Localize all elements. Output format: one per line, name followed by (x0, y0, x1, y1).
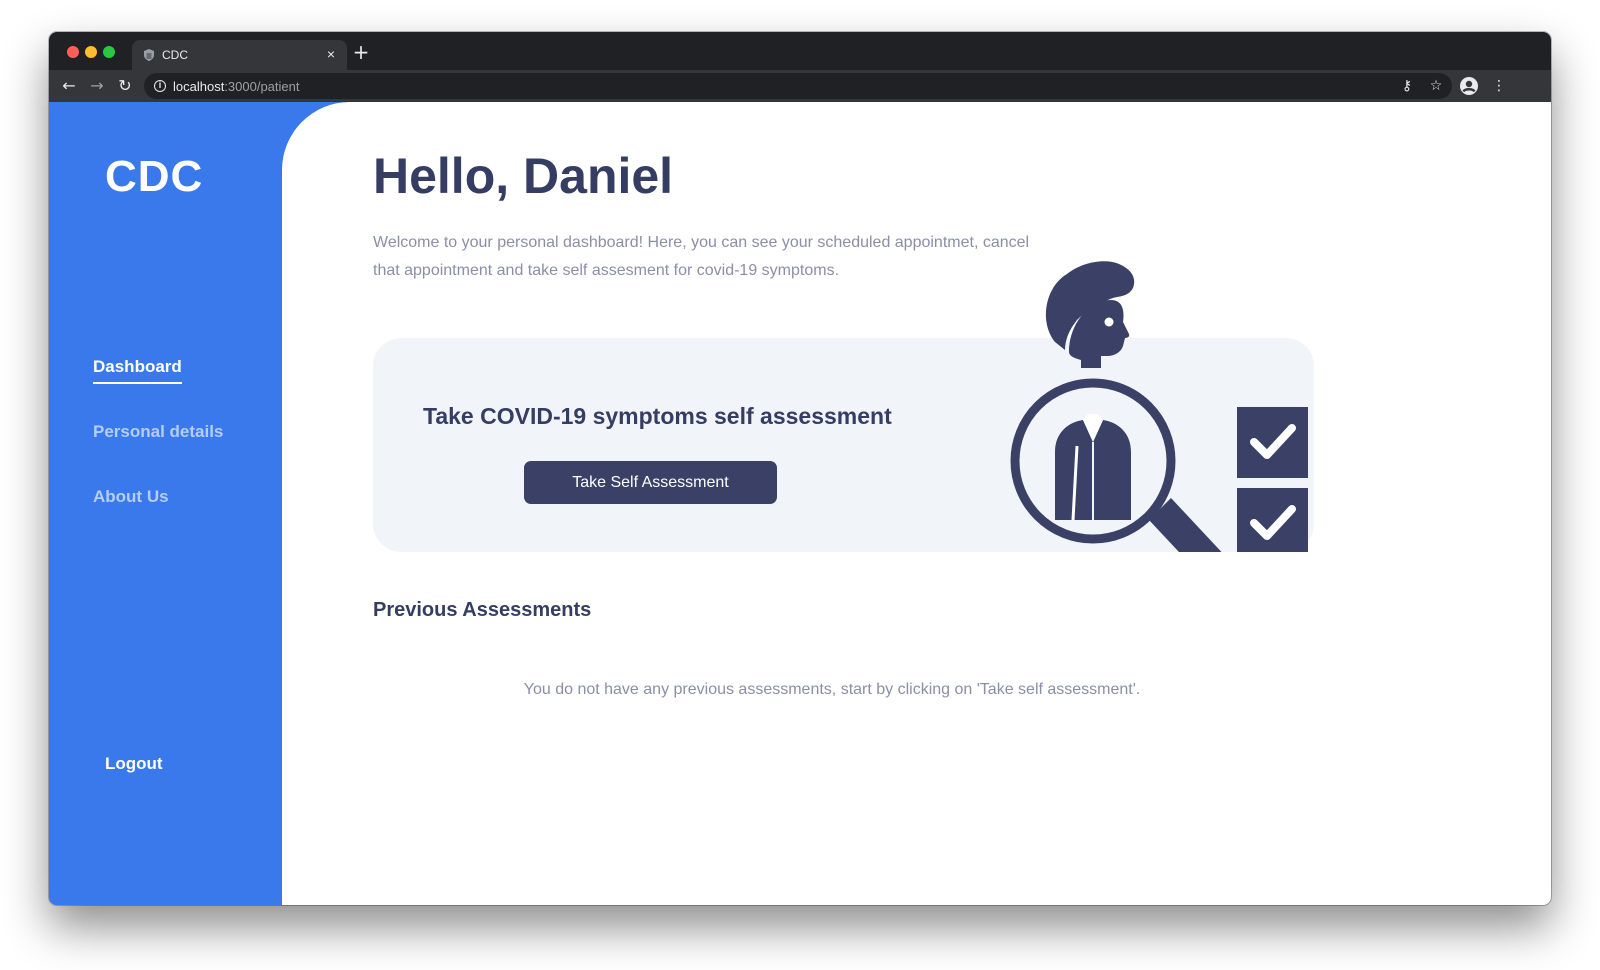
reload-icon[interactable]: ↻ (115, 76, 135, 96)
tab-bar: CDC × + (49, 32, 1551, 70)
page-title: Hello, Daniel (373, 148, 674, 204)
magnifier-person-checklist-illustration (1010, 261, 1308, 552)
intro-text: Welcome to your personal dashboard! Here… (373, 234, 1030, 279)
logout-link[interactable]: Logout (105, 754, 163, 774)
previous-assessments-title: Previous Assessments (373, 599, 592, 621)
profile-icon[interactable] (1459, 76, 1479, 96)
card-title: Take COVID-19 symptoms self assessment (423, 403, 892, 429)
kebab-menu-icon[interactable]: ⋮ (1489, 76, 1509, 96)
sidebar-item-about-us[interactable]: About Us (93, 487, 169, 507)
browser-toolbar: ← → ↻ i localhost:3000/patient ⚷ ☆ ⋮ (49, 70, 1551, 102)
tab-title: CDC (162, 48, 188, 62)
back-arrow-icon[interactable]: ← (59, 76, 79, 96)
key-icon[interactable]: ⚷ (1397, 76, 1417, 96)
main-content: Hello, Daniel Welcome to your personal d… (282, 102, 1551, 905)
browser-tab[interactable]: CDC × (132, 40, 347, 70)
close-window-button[interactable] (67, 46, 79, 58)
take-self-assessment-button[interactable]: Take Self Assessment (524, 461, 777, 504)
browser-window: CDC × + ← → ↻ i localhost:3000/patient ⚷… (49, 32, 1551, 905)
forward-arrow-icon[interactable]: → (87, 76, 107, 96)
sidebar: CDC Dashboard Personal details About Us … (49, 102, 282, 905)
minimize-window-button[interactable] (85, 46, 97, 58)
star-icon[interactable]: ☆ (1426, 76, 1446, 96)
sidebar-item-dashboard[interactable]: Dashboard (93, 357, 182, 384)
plus-icon[interactable]: + (351, 42, 371, 62)
maximize-window-button[interactable] (103, 46, 115, 58)
sidebar-item-personal-details[interactable]: Personal details (93, 422, 223, 442)
close-icon[interactable]: × (323, 46, 339, 62)
page-viewport: CDC Dashboard Personal details About Us … (49, 102, 1551, 905)
shield-favicon-icon (144, 49, 154, 61)
address-bar[interactable]: i localhost:3000/patient (144, 73, 1452, 99)
cdc-logo[interactable]: CDC (105, 152, 203, 202)
empty-state-message: You do not have any previous assessments… (523, 681, 1141, 698)
info-icon[interactable]: i (154, 80, 166, 92)
url-text: localhost:3000/patient (173, 79, 300, 94)
